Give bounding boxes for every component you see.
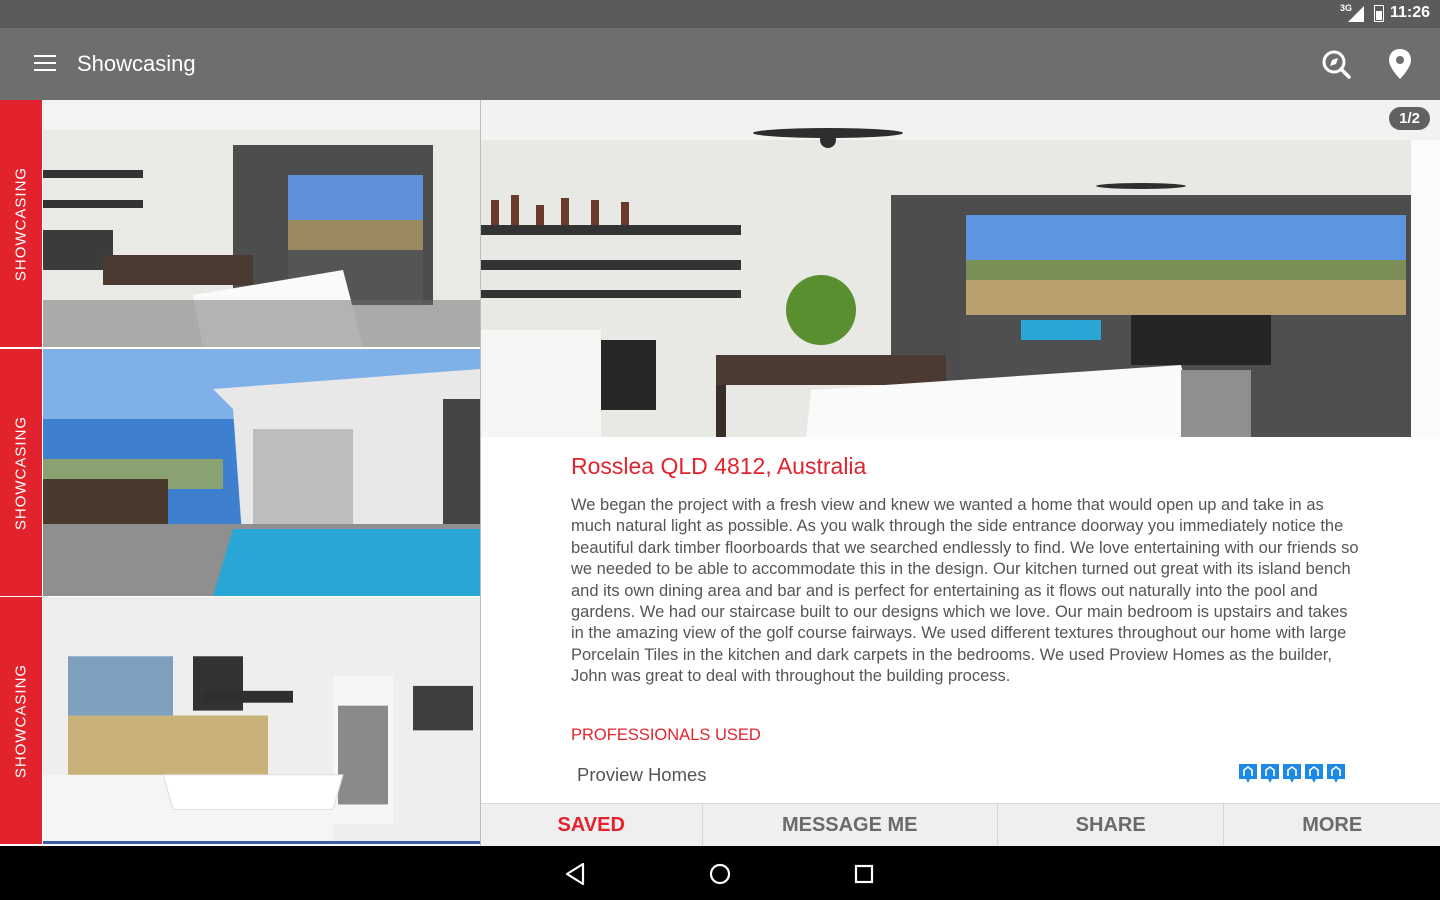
listing-location: Rosslea QLD 4812, Australia xyxy=(571,453,867,479)
list-item[interactable]: SHOWCASING xyxy=(0,349,480,596)
battery-icon xyxy=(1374,5,1384,22)
recents-icon[interactable] xyxy=(851,861,877,887)
rating-house-icon xyxy=(1305,764,1323,783)
rating-house-icon xyxy=(1239,764,1257,783)
system-nav-bar xyxy=(0,846,1440,900)
showcase-list: SHOWCASING SHOWCASING SHOWCASING xyxy=(0,100,480,846)
page-title: Showcasing xyxy=(77,51,196,76)
detail-panel: Rosslea QLD 4812, Australia We began the… xyxy=(481,437,1440,803)
signal-icon xyxy=(1348,6,1364,22)
professional-rating xyxy=(1238,762,1346,784)
status-bar: 3G 11:26 xyxy=(0,0,1440,28)
action-bar: SAVED MESSAGE ME SHARE MORE xyxy=(481,803,1440,847)
rating-house-icon xyxy=(1261,764,1279,783)
message-me-button[interactable]: MESSAGE ME xyxy=(703,804,998,847)
back-icon[interactable] xyxy=(563,861,589,887)
listing-description: We began the project with a fresh view a… xyxy=(571,496,1359,686)
location-pin-icon[interactable] xyxy=(1386,48,1414,80)
image-pager: 1/2 xyxy=(1389,107,1430,130)
rating-house-icon xyxy=(1327,764,1345,783)
showcasing-tag: SHOWCASING xyxy=(0,349,42,596)
saved-button[interactable]: SAVED xyxy=(481,804,703,847)
clock: 11:26 xyxy=(1389,4,1430,21)
home-icon[interactable] xyxy=(707,861,733,887)
hero-image[interactable]: 1/2 xyxy=(481,100,1440,437)
thumbnail-image xyxy=(43,597,480,844)
hero-photo xyxy=(481,100,1440,437)
professional-name[interactable]: Proview Homes xyxy=(577,764,707,786)
thumbnail-image xyxy=(43,100,480,347)
search-icon[interactable] xyxy=(1320,48,1352,80)
more-button[interactable]: MORE xyxy=(1224,804,1440,847)
app-bar: Showcasing xyxy=(0,28,1440,100)
share-button[interactable]: SHARE xyxy=(998,804,1225,847)
list-item[interactable]: SHOWCASING xyxy=(0,100,480,347)
rating-house-icon xyxy=(1283,764,1301,783)
list-item[interactable]: SHOWCASING xyxy=(0,597,480,844)
showcasing-tag: SHOWCASING xyxy=(0,597,42,844)
professionals-heading: PROFESSIONALS USED xyxy=(571,726,761,744)
hamburger-menu-icon[interactable] xyxy=(34,55,56,73)
thumbnail-image xyxy=(43,349,480,596)
showcasing-tag: SHOWCASING xyxy=(0,100,42,347)
